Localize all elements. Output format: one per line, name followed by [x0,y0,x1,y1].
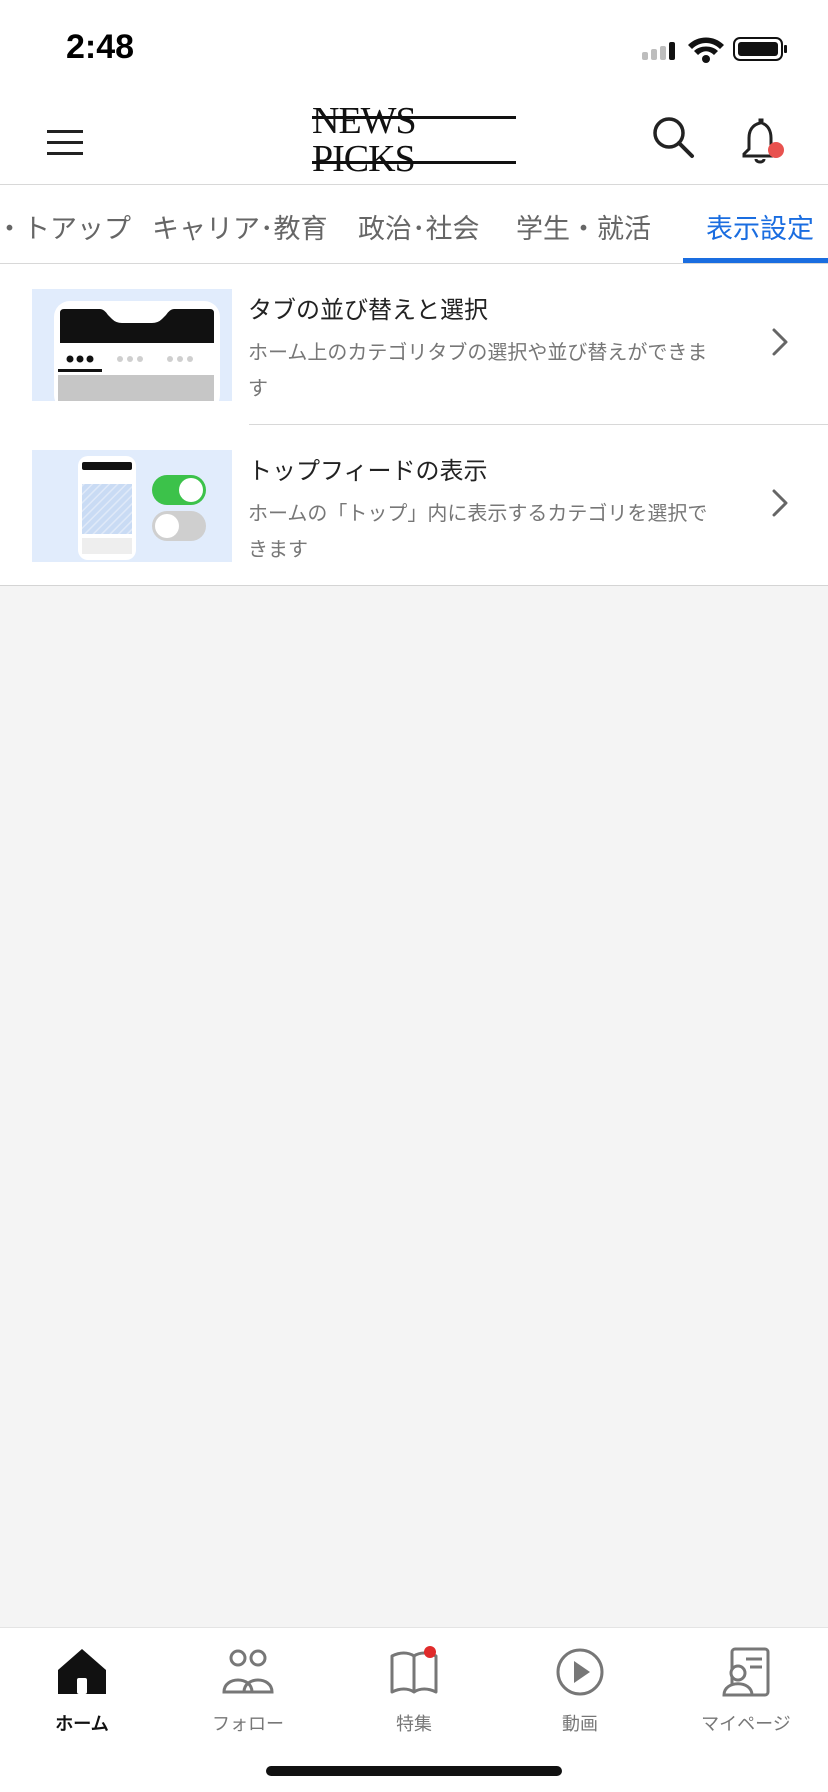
tab-reorder-illustration [32,289,232,401]
category-tab-bar: ・トアップ キャリア･教育 政治･社会 学生・就活 表示設定 [0,184,828,264]
wifi-icon [688,37,724,63]
tab-startup[interactable]: ・トアップ [0,207,131,246]
settings-list: タブの並び替えと選択 ホーム上のカテゴリタブの選択や並び替えができます トップフ… [0,264,828,586]
logo-text: NEWS PICKS [312,100,417,180]
people-icon [222,1649,274,1694]
setting-row-tab-reorder[interactable]: タブの並び替えと選択 ホーム上のカテゴリタブの選択や並び替えができます [0,264,828,425]
setting-title: タブの並び替えと選択 [248,296,488,324]
status-time: 2:48 [66,28,135,66]
chevron-right-icon [772,328,788,356]
tab-student-job[interactable]: 学生・就活 [516,207,651,246]
nav-home[interactable]: ホーム [12,1638,152,1748]
play-icon [556,1648,604,1696]
app-header: NEWS PICKS [0,100,828,184]
bell-icon[interactable] [740,116,788,166]
setting-description: ホームの「トップ」内に表示するカテゴリを選択できます [248,501,708,561]
status-icons [642,37,787,63]
top-feed-toggle-illustration [32,450,232,562]
newspicks-logo[interactable]: NEWS PICKS [312,102,516,178]
profile-card-icon [722,1647,770,1697]
search-icon[interactable] [650,114,696,160]
nav-label: 特集 [396,1714,432,1735]
nav-label: 動画 [562,1714,598,1735]
tab-career-education[interactable]: キャリア･教育 [152,207,328,246]
home-indicator [266,1766,562,1776]
battery-icon [733,37,787,61]
nav-follow[interactable]: フォロー [178,1638,318,1748]
setting-row-top-feed[interactable]: トップフィードの表示 ホームの「トップ」内に表示するカテゴリを選択できます [0,425,828,585]
book-icon [390,1646,438,1694]
tab-display-settings[interactable]: 表示設定 [706,207,814,246]
status-bar: 2:48 [0,0,828,100]
hamburger-menu-icon[interactable] [44,120,88,164]
nav-mypage[interactable]: マイページ [676,1638,816,1748]
setting-description: ホーム上のカテゴリタブの選択や並び替えができます [248,340,708,400]
notification-dot [424,1646,436,1658]
nav-video[interactable]: 動画 [510,1638,650,1748]
nav-label: フォロー [212,1714,284,1735]
chevron-right-icon [772,489,788,517]
home-icon [58,1649,106,1694]
cellular-signal-icon [642,42,675,60]
notification-dot [768,142,784,158]
tab-politics-society[interactable]: 政治･社会 [358,207,480,246]
nav-label: マイページ [701,1714,791,1735]
setting-title: トップフィードの表示 [248,457,488,485]
nav-label: ホーム [55,1714,109,1735]
nav-features[interactable]: 特集 [344,1638,484,1748]
